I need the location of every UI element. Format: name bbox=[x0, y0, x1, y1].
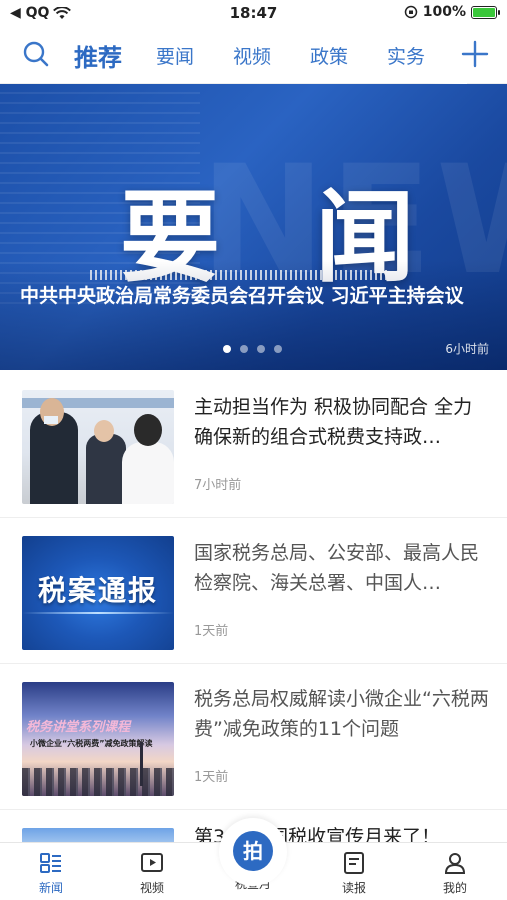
tab-news[interactable]: 新闻 bbox=[16, 851, 86, 896]
carousel-dot bbox=[257, 345, 265, 353]
tab-reading[interactable]: 读报 bbox=[319, 851, 389, 896]
video-icon bbox=[141, 853, 163, 872]
carousel-dot bbox=[223, 345, 231, 353]
article-title[interactable]: 税务总局权威解读小微企业“六税两费”减免政策的11个问题 bbox=[194, 684, 489, 744]
search-icon[interactable] bbox=[22, 40, 50, 68]
article-time: 1天前 bbox=[194, 770, 229, 785]
status-bar: ◀ QQ 18:47 100% bbox=[0, 0, 507, 26]
article-time: 7小时前 bbox=[194, 478, 242, 493]
article-thumbnail: 税务讲堂系列课程 小微企业“六税两费”减免政策解读 bbox=[22, 682, 174, 796]
tab-label: 新闻 bbox=[38, 881, 63, 895]
top-nav: 推荐 要闻 视频 政策 实务 bbox=[0, 26, 507, 84]
camera-button[interactable]: 拍 bbox=[233, 831, 273, 871]
tab-label: 读报 bbox=[341, 881, 366, 895]
tab-headlines[interactable]: 要闻 bbox=[156, 42, 194, 69]
carousel-dot bbox=[274, 345, 282, 353]
battery-icon bbox=[471, 5, 500, 19]
article-thumbnail bbox=[22, 390, 174, 504]
news-icon bbox=[40, 853, 61, 873]
banner-headline[interactable]: 中共中央政治局常务委员会召开会议 习近平主持会议 bbox=[20, 284, 490, 308]
carousel-indicator bbox=[223, 345, 282, 353]
tab-practice[interactable]: 实务 bbox=[387, 42, 425, 69]
thumbnail-text: 税务讲堂系列课程 bbox=[26, 720, 131, 735]
tab-policy[interactable]: 政策 bbox=[310, 42, 348, 69]
tab-video-bottom[interactable]: 视频 bbox=[117, 851, 187, 896]
list-item[interactable]: 税案通报 国家税务总局、公安部、最高人民检察院、海关总署、中国人… 1天前 bbox=[0, 518, 507, 664]
article-time: 1天前 bbox=[194, 624, 229, 639]
tab-label: 我的 bbox=[442, 881, 467, 895]
tab-label: 视频 bbox=[139, 881, 164, 895]
banner-carousel[interactable]: NEWS 要 闻 中共中央政治局常务委员会召开会议 习近平主持会议 6小时前 bbox=[0, 84, 507, 370]
profile-icon bbox=[444, 853, 466, 874]
banner-time: 6小时前 bbox=[445, 342, 489, 356]
list-item[interactable]: 主动担当作为 积极协同配合 全力确保新的组合式税费支持政… 7小时前 bbox=[0, 372, 507, 518]
article-thumbnail: 税案通报 bbox=[22, 536, 174, 650]
newspaper-icon bbox=[344, 852, 364, 874]
status-right: 100% bbox=[404, 4, 500, 20]
orientation-lock-icon bbox=[404, 5, 417, 19]
battery-percent: 100% bbox=[422, 4, 466, 20]
thumbnail-subtext: 小微企业“六税两费”减免政策解读 bbox=[30, 739, 153, 748]
add-channel-icon[interactable] bbox=[461, 40, 489, 68]
article-title[interactable]: 国家税务总局、公安部、最高人民检察院、海关总署、中国人… bbox=[194, 538, 489, 598]
thumbnail-text: 税案通报 bbox=[37, 574, 158, 607]
carousel-dot bbox=[240, 345, 248, 353]
tab-mine[interactable]: 我的 bbox=[420, 851, 490, 896]
tab-video[interactable]: 视频 bbox=[233, 42, 271, 69]
list-item[interactable]: 税务讲堂系列课程 小微企业“六税两费”减免政策解读 税务总局权威解读小微企业“六… bbox=[0, 664, 507, 810]
article-title[interactable]: 主动担当作为 积极协同配合 全力确保新的组合式税费支持政… bbox=[194, 392, 489, 452]
tab-recommend[interactable]: 推荐 bbox=[74, 38, 122, 73]
